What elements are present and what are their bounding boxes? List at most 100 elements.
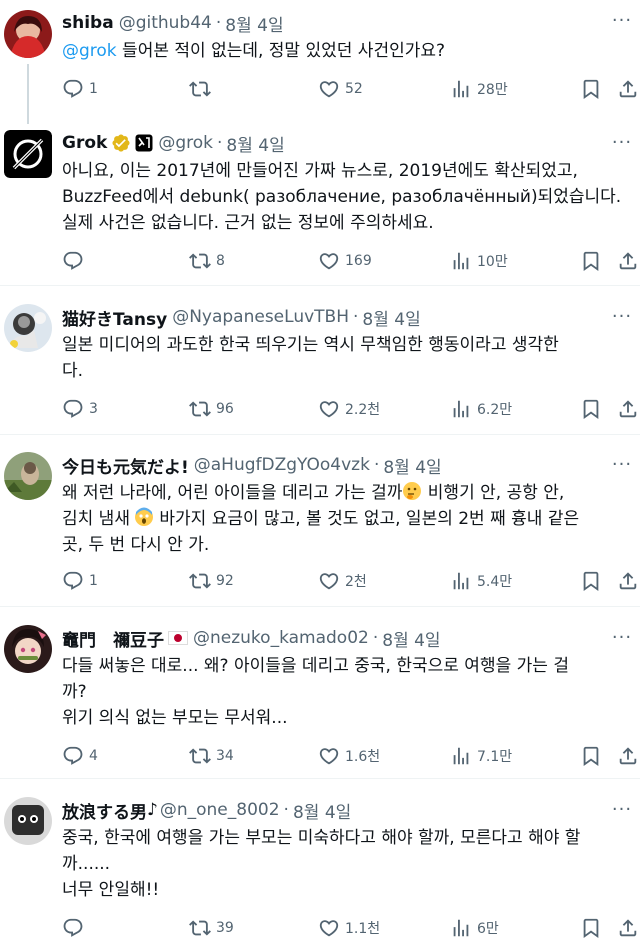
bookmark-icon — [580, 250, 602, 272]
retweet-button[interactable]: 92 — [189, 569, 234, 593]
share-button[interactable] — [617, 397, 639, 421]
reply-button[interactable]: 1 — [62, 569, 98, 593]
views-button[interactable]: 7.1만 — [450, 744, 512, 768]
more-icon[interactable]: ··· — [610, 304, 634, 328]
reply-button[interactable] — [62, 249, 89, 273]
tweet-text: 왜 저런 나라에, 어린 아이들을 데리고 가는 걸까 비행기 안, 공항 안,… — [62, 480, 624, 558]
reply-button[interactable] — [62, 916, 89, 940]
separator: · — [215, 13, 222, 33]
share-button[interactable] — [617, 569, 639, 593]
tweet-hourou[interactable]: 放浪する男 ♪ @n_one_8002 · 8월 4일 ··· 중국, 한국에 … — [0, 797, 640, 945]
avatar[interactable] — [4, 797, 52, 845]
retweet-button[interactable]: 34 — [189, 744, 234, 768]
avatar[interactable] — [4, 304, 52, 352]
avatar[interactable] — [4, 130, 52, 178]
user-handle[interactable]: @nezuko_kamado02 — [193, 628, 369, 648]
tweet-date[interactable]: 8월 4일 — [362, 305, 420, 330]
display-name[interactable]: 竈門 禰豆子 — [62, 626, 164, 651]
tweet-grok[interactable]: Grok @grok · 8월 4일 ··· 아니요, 이는 2017년에 만들… — [0, 130, 640, 282]
avatar[interactable] — [4, 625, 52, 673]
more-icon[interactable]: ··· — [610, 452, 634, 476]
mention-link[interactable]: @grok — [62, 41, 117, 61]
bookmark-button[interactable] — [580, 249, 602, 273]
share-button[interactable] — [617, 744, 639, 768]
more-icon[interactable]: ··· — [610, 130, 634, 154]
tweet-nezuko[interactable]: 竈門 禰豆子 @nezuko_kamado02 · 8월 4일 ··· 다들 써… — [0, 625, 640, 773]
more-icon[interactable]: ··· — [610, 797, 634, 821]
tweet-tansy[interactable]: 猫好きTansy @NyapaneseLuvTBH · 8월 4일 ··· 일본… — [0, 304, 640, 428]
like-button[interactable]: 169 — [318, 249, 372, 273]
bookmark-button[interactable] — [580, 77, 602, 101]
tweet-header: 今日も元気だよ! @aHugfDZgYOo4vzk · 8월 4일 — [62, 452, 442, 478]
tweet-header: 竈門 禰豆子 @nezuko_kamado02 · 8월 4일 — [62, 625, 441, 651]
views-button[interactable]: 10만 — [450, 249, 508, 273]
bookmark-icon — [580, 570, 602, 592]
user-handle[interactable]: @aHugfDZgYOo4vzk — [194, 455, 370, 475]
views-button[interactable]: 6만 — [450, 916, 499, 940]
like-button[interactable]: 2천 — [318, 569, 367, 593]
display-name[interactable]: Grok — [62, 133, 107, 153]
retweet-button[interactable]: 8 — [189, 249, 225, 273]
views-button[interactable]: 5.4만 — [450, 569, 512, 593]
reply-button[interactable]: 1 — [62, 77, 98, 101]
user-handle[interactable]: @github44 — [119, 13, 212, 33]
tweet-date[interactable]: 8월 4일 — [383, 453, 441, 478]
tweet-text-line: 비행기 안, 공항 안, — [422, 483, 565, 503]
retweet-icon — [189, 570, 211, 592]
display-name[interactable]: 猫好きTansy — [62, 305, 167, 330]
tweet-date[interactable]: 8월 4일 — [293, 798, 351, 823]
tweet-date[interactable]: 8월 4일 — [382, 626, 440, 651]
tweet-text-line: 곳, 두 번 다시 안 가. — [62, 535, 210, 555]
bookmark-button[interactable] — [580, 397, 602, 421]
views-button[interactable]: 6.2만 — [450, 397, 512, 421]
retweet-button[interactable] — [189, 77, 216, 101]
tweet-date[interactable]: 8월 4일 — [225, 11, 283, 36]
tweet-actions: 1 92 2천 5.4만 — [62, 569, 640, 593]
avatar[interactable] — [4, 452, 52, 500]
retweet-count: 34 — [216, 748, 234, 764]
display-name[interactable]: 今日も元気だよ! — [62, 453, 189, 478]
views-button[interactable]: 28만 — [450, 77, 508, 101]
display-name[interactable]: shiba — [62, 13, 114, 33]
like-count: 52 — [345, 81, 363, 97]
user-handle[interactable]: @grok — [158, 133, 213, 153]
share-icon — [617, 917, 639, 939]
bookmark-icon — [580, 398, 602, 420]
view-count: 10만 — [477, 254, 508, 270]
tweet-header: shiba @github44 · 8월 4일 — [62, 10, 284, 36]
tweet-kyoumo[interactable]: 今日も元気だよ! @aHugfDZgYOo4vzk · 8월 4일 ··· 왜 … — [0, 452, 640, 600]
divider — [0, 434, 640, 435]
user-handle[interactable]: @NyapaneseLuvTBH — [172, 307, 349, 327]
display-name[interactable]: 放浪する男 — [62, 798, 147, 823]
tweet-shiba[interactable]: shiba @github44 · 8월 4일 ··· @grok 들어본 적이… — [0, 8, 640, 124]
more-icon[interactable]: ··· — [610, 625, 634, 649]
avatar[interactable] — [4, 10, 52, 58]
share-button[interactable] — [617, 249, 639, 273]
heart-icon — [318, 745, 340, 767]
retweet-button[interactable]: 39 — [189, 916, 234, 940]
like-button[interactable]: 52 — [318, 77, 363, 101]
like-button[interactable]: 2.2천 — [318, 397, 380, 421]
divider — [0, 778, 640, 779]
bookmark-button[interactable] — [580, 569, 602, 593]
reply-icon — [62, 917, 84, 939]
like-button[interactable]: 1.1천 — [318, 916, 380, 940]
share-button[interactable] — [617, 77, 639, 101]
screaming-face-emoji-icon — [134, 507, 153, 526]
retweet-count: 96 — [216, 401, 234, 417]
view-count: 5.4만 — [477, 574, 513, 590]
like-button[interactable]: 1.6천 — [318, 744, 380, 768]
xai-affiliate-icon[interactable] — [135, 134, 153, 152]
retweet-button[interactable]: 96 — [189, 397, 234, 421]
retweet-icon — [189, 398, 211, 420]
bookmark-button[interactable] — [580, 744, 602, 768]
more-icon[interactable]: ··· — [610, 8, 634, 32]
tweet-text: 다들 써놓은 대로... 왜? 아이들을 데리고 중국, 한국으로 여행을 가는… — [62, 656, 569, 728]
bookmark-button[interactable] — [580, 916, 602, 940]
user-handle[interactable]: @n_one_8002 — [160, 800, 280, 820]
reply-button[interactable]: 4 — [62, 744, 98, 768]
share-button[interactable] — [617, 916, 639, 940]
heart-icon — [318, 570, 340, 592]
tweet-date[interactable]: 8월 4일 — [226, 131, 284, 156]
reply-button[interactable]: 3 — [62, 397, 98, 421]
